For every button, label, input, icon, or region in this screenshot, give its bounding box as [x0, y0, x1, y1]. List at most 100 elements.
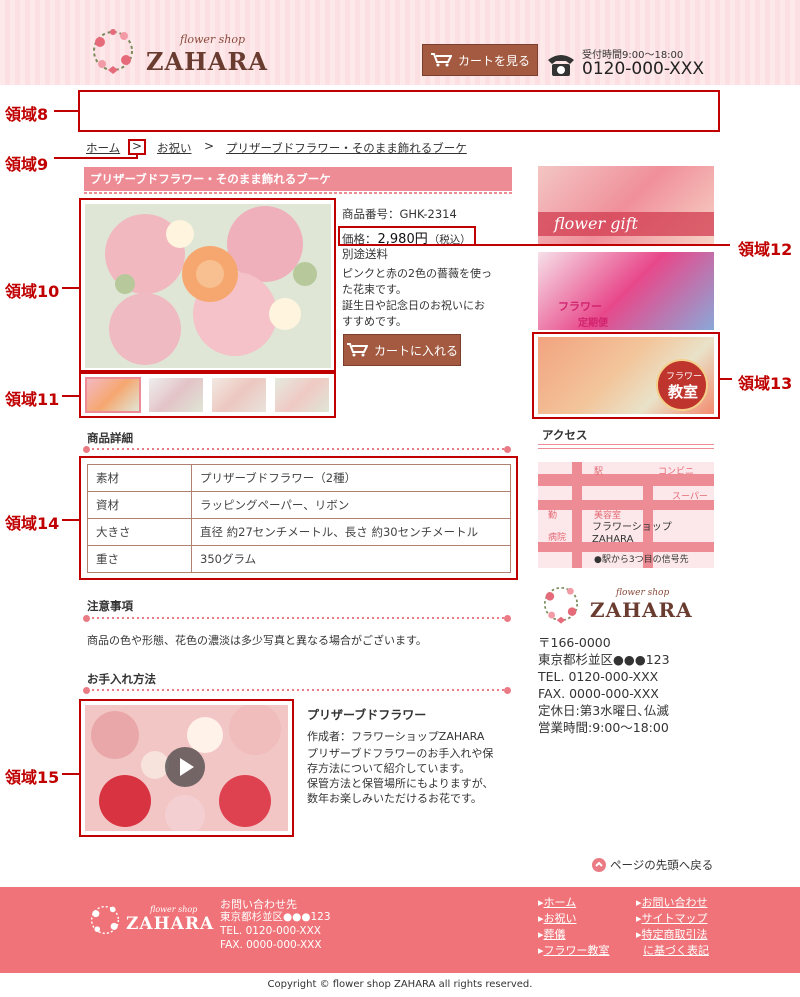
thumbnail-1[interactable]	[85, 377, 141, 413]
callout-region-13: 領域13	[738, 374, 793, 393]
footer-link-legal-2[interactable]: に基づく表記	[636, 943, 709, 959]
cart-icon	[346, 343, 369, 357]
play-icon[interactable]	[165, 747, 205, 787]
care-author: 作成者：フラワーショップZAHARA	[307, 730, 485, 743]
logo-title[interactable]: ZAHARA	[146, 47, 268, 76]
add-to-cart-button[interactable]: カートに入れる	[343, 334, 461, 366]
sidebar-logo-tagline: flower shop	[616, 588, 670, 598]
map-shrine: 勤	[548, 511, 558, 521]
access-divider	[538, 444, 714, 449]
footer-nav-1: ▸ホーム ▸お祝い ▸葬儀 ▸フラワー教室	[538, 895, 610, 959]
breadcrumb-separator-2: >	[204, 139, 215, 153]
callout-region-15: 領域15	[5, 768, 60, 787]
map-shop-name: フラワーショップ ZAHARA	[592, 522, 672, 545]
region-8-box	[78, 90, 720, 132]
divider-flower-icon	[504, 615, 511, 622]
banner-subscription[interactable]: フラワー 定期便	[538, 252, 714, 330]
care-description: プリザーブドフラワーのお手入れや保 存方法について紹介しています。 保管方法と保…	[307, 747, 494, 805]
map-directions: ●駅から3つ目の信号先	[594, 555, 689, 565]
callout-line-12	[400, 244, 730, 246]
map-salon: 美容室	[594, 511, 622, 521]
footer-logo-tagline: flower shop	[150, 905, 198, 914]
footer-link-home[interactable]: ▸ホーム	[538, 895, 610, 911]
sidebar-logo-wreath-icon	[538, 581, 584, 627]
price-label: 価格：	[342, 232, 377, 246]
callout-line-15	[62, 773, 79, 775]
map-conbini: コンビニ	[658, 467, 695, 477]
map-station: 駅	[594, 467, 604, 477]
add-to-cart-label: カートに入れる	[373, 343, 458, 358]
breadcrumb-separator: >	[132, 139, 143, 153]
footer-logo-wreath-icon	[86, 901, 124, 939]
divider-flower-icon	[504, 446, 511, 453]
divider-flower-icon	[83, 446, 90, 453]
notes-divider	[87, 617, 509, 619]
product-title: プリザーブドフラワー・そのまま飾れるブーケ	[90, 172, 331, 186]
care-video-title: プリザーブドフラワー	[307, 708, 427, 722]
callout-line-9	[54, 157, 138, 159]
footer-link-funeral[interactable]: ▸葬儀	[538, 927, 610, 943]
footer-link-class[interactable]: ▸フラワー教室	[538, 943, 610, 959]
footer-link-celebration[interactable]: ▸お祝い	[538, 911, 610, 927]
back-to-top-link[interactable]: ページの先頭へ戻る	[592, 857, 713, 873]
shop-address: 〒166-0000 東京都杉並区●●●123 TEL. 0120-000-XXX…	[538, 635, 670, 735]
logo-tagline: flower shop	[180, 33, 246, 46]
callout-region-11: 領域11	[5, 390, 60, 409]
callout-region-9: 領域9	[5, 155, 49, 174]
spec-table: 素材 プリザーブドフラワー（2種） 資材 ラッピングペーパー、リボン 大きさ 直径 約…	[87, 464, 511, 573]
callout-line-14	[62, 519, 79, 521]
care-divider	[87, 689, 509, 691]
care-video-thumbnail[interactable]	[85, 705, 288, 831]
product-code: 商品番号：GHK-2314	[342, 207, 457, 221]
footer-link-contact[interactable]: ▸お問い合わせ	[636, 895, 709, 911]
notes-heading: 注意事項	[87, 599, 133, 613]
chevron-up-icon	[592, 858, 606, 872]
map-hospital: 病院	[548, 533, 567, 543]
divider-flower-icon	[83, 687, 90, 694]
footer-link-legal[interactable]: ▸特定商取引法	[636, 927, 709, 943]
product-main-image	[85, 204, 331, 368]
footer-logo-title: ZAHARA	[126, 914, 215, 934]
breadcrumb-category[interactable]: お祝い	[157, 140, 192, 156]
divider-flower-icon	[504, 687, 511, 694]
table-row: 大きさ 直径 約27センチメートル、長さ 約30センチメートル	[87, 518, 511, 546]
divider-flower-icon	[83, 615, 90, 622]
callout-region-12: 領域12	[738, 240, 793, 259]
details-heading: 商品詳細	[87, 431, 133, 445]
phone-icon	[546, 52, 576, 78]
banner-flower-gift[interactable]: flower gift	[538, 166, 714, 244]
callout-line-13	[720, 378, 732, 380]
access-heading: アクセス	[542, 428, 588, 442]
callout-line-10	[62, 287, 79, 289]
sidebar-logo-title: ZAHARA	[590, 598, 693, 622]
callout-region-8: 領域8	[5, 105, 49, 124]
callout-line-11	[62, 395, 79, 397]
table-row: 素材 プリザーブドフラワー（2種）	[87, 464, 511, 492]
callout-line-8	[54, 110, 78, 112]
view-cart-button[interactable]: カートを見る	[422, 44, 538, 76]
view-cart-label: カートを見る	[457, 53, 530, 68]
thumbnail-4[interactable]	[275, 378, 329, 412]
copyright: Copyright © flower shop ZAHARA all right…	[267, 979, 533, 990]
footer-link-sitemap[interactable]: ▸サイトマップ	[636, 911, 709, 927]
breadcrumb-current[interactable]: プリザーブドフラワー・そのまま飾れるブーケ	[226, 140, 467, 156]
banner-flower-gift-label: flower gift	[554, 214, 638, 233]
callout-region-10: 領域10	[5, 282, 60, 301]
phone-number[interactable]: 0120-000-XXX	[582, 59, 704, 79]
map-super: スーパー	[672, 492, 708, 502]
site-footer: flower shop ZAHARA お問い合わせ先 東京都杉並区●●●123 …	[0, 887, 800, 973]
notes-text: 商品の色や形態、花色の濃淡は多少写真と異なる場合がございます。	[87, 634, 427, 647]
banner-flower-class[interactable]: フラワー 教室	[538, 337, 714, 414]
access-map[interactable]: 駅 コンビニ スーパー 勤 美容室 病院 フラワーショップ ZAHARA ●駅か…	[538, 462, 714, 568]
table-row: 資材 ラッピングペーパー、リボン	[87, 491, 511, 519]
footer-contact: 東京都杉並区●●●123 TEL. 0120-000-XXX FAX. 0000…	[220, 911, 331, 951]
cart-icon	[430, 53, 453, 67]
breadcrumb-home[interactable]: ホーム	[86, 140, 120, 156]
thumbnail-3[interactable]	[212, 378, 266, 412]
care-heading: お手入れ方法	[87, 672, 156, 686]
footer-nav-2: ▸お問い合わせ ▸サイトマップ ▸特定商取引法 に基づく表記	[636, 895, 709, 959]
thumbnail-2[interactable]	[149, 378, 203, 412]
details-divider	[87, 448, 509, 450]
callout-region-14: 領域14	[5, 514, 60, 533]
shipping-note: 別途送料	[342, 247, 388, 261]
